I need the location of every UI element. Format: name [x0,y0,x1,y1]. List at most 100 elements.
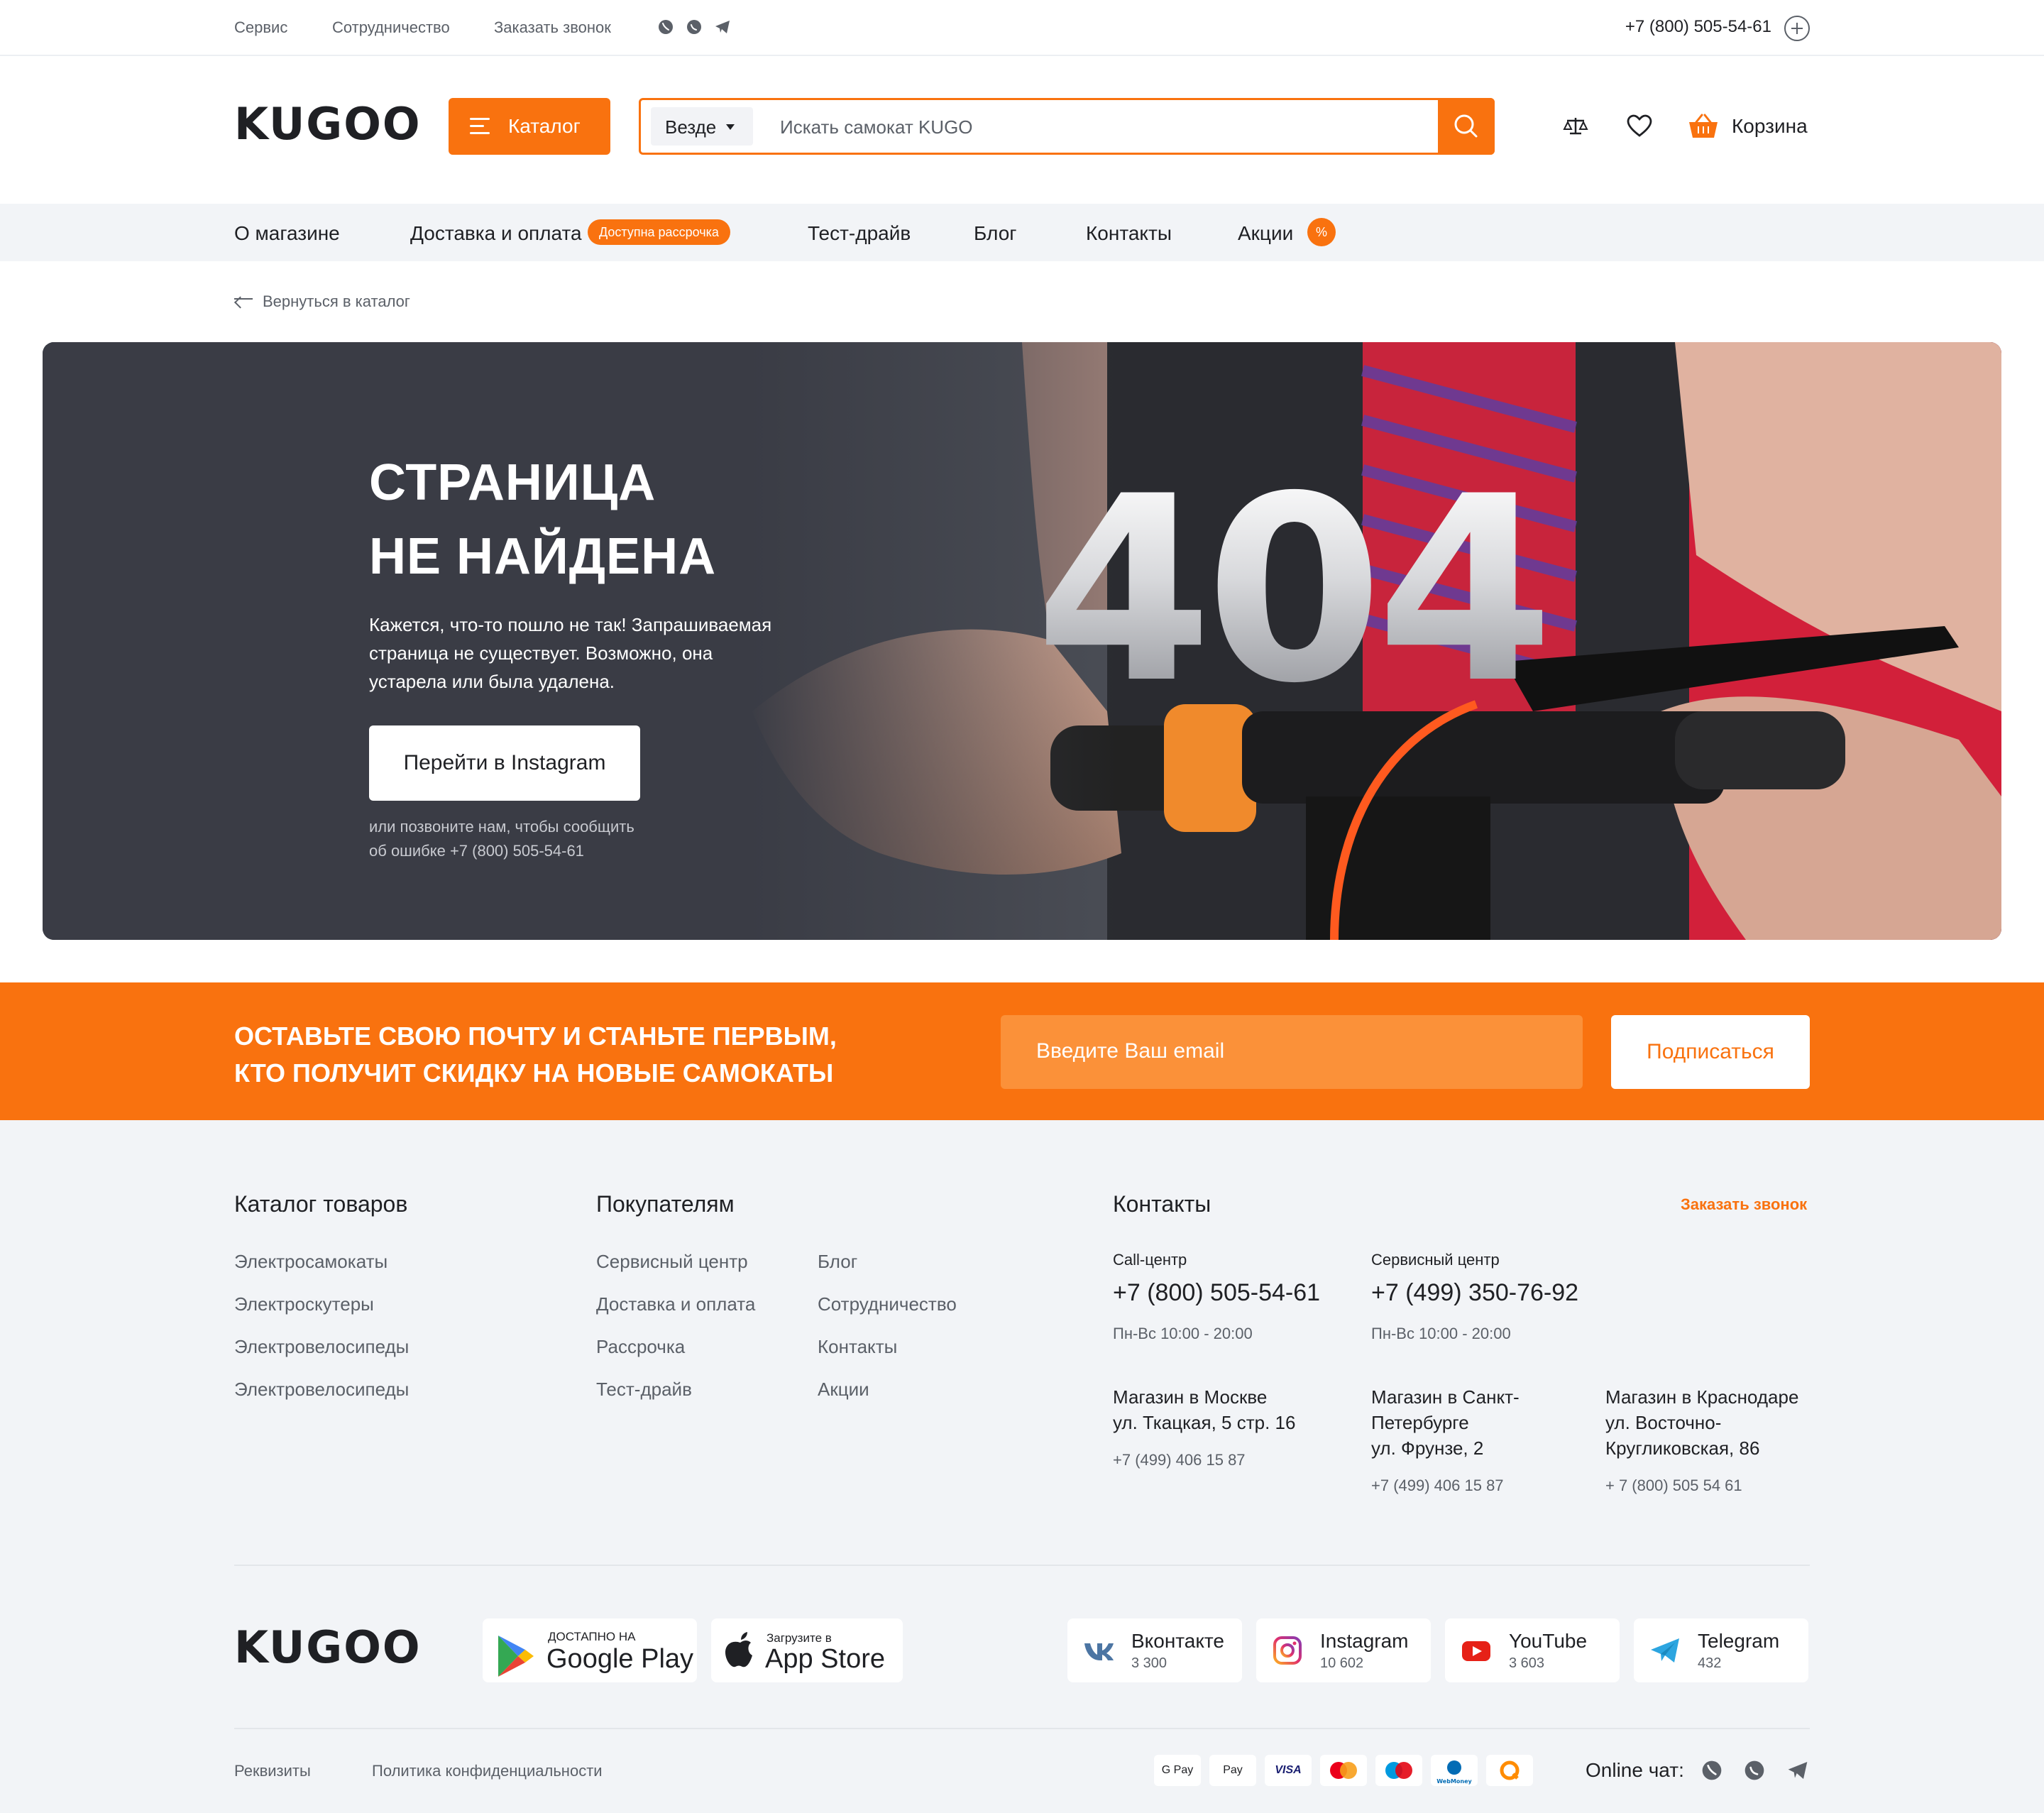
social-count: 432 [1698,1655,1722,1671]
requisites-link[interactable]: Реквизиты [234,1762,311,1780]
privacy-policy-link[interactable]: Политика конфиденциальности [372,1762,603,1780]
footer-link[interactable]: Блог [818,1251,857,1273]
store-line: Магазин в Санкт- [1371,1386,1520,1408]
top-bar: Сервис Сотрудничество Заказать звонок +7… [0,0,2044,56]
subscribe-button[interactable]: Подписаться [1611,1015,1810,1089]
store-moscow: Магазин в Москве ул. Ткацкая, 5 стр. 16 [1113,1384,1295,1435]
heart-icon[interactable] [1625,112,1654,141]
search-scope-select[interactable]: Везде [651,107,753,146]
visa-icon: VISA [1265,1755,1312,1786]
search-button[interactable] [1438,98,1495,155]
service-link[interactable]: Сервис [234,18,287,37]
social-telegram[interactable]: Telegram 432 [1634,1618,1808,1682]
social-youtube[interactable]: YouTube 3 603 [1445,1618,1620,1682]
telegram-icon[interactable] [1786,1759,1810,1782]
subscribe-line-1: ОСТАВЬТЕ СВОЮ ПОЧТУ И СТАНЬТЕ ПЕРВЫМ, [234,1021,837,1051]
online-chat-label: Online чат: [1586,1759,1684,1781]
footer-link[interactable]: Акции [818,1379,869,1401]
footer-divider [234,1565,1810,1566]
footer-contacts-title: Контакты [1113,1191,1211,1217]
footer-logo[interactable]: KUGOO [234,1621,422,1673]
footer-link[interactable]: Тест-драйв [596,1379,692,1401]
store-phone[interactable]: +7 (499) 406 15 87 [1113,1451,1246,1469]
footer-link[interactable]: Электроскутеры [234,1293,374,1315]
search-bar: Везде Искать самокат KUGO [639,98,1495,155]
plus-icon[interactable] [1784,16,1810,41]
store-line: ул. Фрунзе, 2 [1371,1437,1484,1459]
service-center-hours: Пн-Вс 10:00 - 20:00 [1371,1325,1511,1342]
order-call-link[interactable]: Заказать звонок [494,18,611,37]
footer-link[interactable]: Электровелосипеды [234,1379,409,1401]
logo[interactable]: KUGOO [234,98,422,150]
nav-delivery[interactable]: Доставка и оплата [410,222,582,245]
go-to-instagram-button[interactable]: Перейти в Instagram [369,725,640,801]
subscribe-line-2: КТО ПОЛУЧИТ СКИДКУ НА НОВЫЕ САМОКАТЫ [234,1058,834,1088]
call-center-label: Call-центр [1113,1251,1187,1269]
nav-sales[interactable]: Акции [1238,222,1293,245]
title-line-1: СТРАНИЦА [369,454,656,511]
footer-link[interactable]: Электросамокаты [234,1251,388,1273]
whatsapp-icon[interactable] [686,18,703,35]
app-badge-small: Загрузите в [766,1631,832,1645]
footer-link[interactable]: Сотрудничество [818,1293,957,1315]
catalog-button-label: Каталог [508,115,581,137]
footer-buyers-title: Покупателям [596,1191,735,1217]
chevron-down-icon [726,124,735,130]
cart-icon[interactable] [1688,112,1719,141]
apple-icon [725,1632,752,1667]
catalog-button[interactable]: Каталог [449,98,610,155]
store-line: Магазин в Краснодаре [1605,1386,1799,1408]
footer-catalog-title: Каталог товаров [234,1191,408,1217]
service-center-label: Сервисный центр [1371,1251,1500,1269]
google-play-badge[interactable]: ДОСТАПНО НА Google Play [483,1618,697,1682]
nav-blog[interactable]: Блог [974,222,1017,245]
error-code: 404 [1035,442,1554,739]
social-name: Telegram [1698,1630,1780,1652]
telegram-icon [1651,1638,1679,1663]
store-phone[interactable]: + 7 (800) 505 54 61 [1605,1477,1742,1495]
footer-link[interactable]: Сервисный центр [596,1251,748,1273]
telegram-icon[interactable] [714,18,731,35]
google-pay-icon: G Pay [1154,1755,1201,1786]
viber-icon[interactable] [657,18,674,35]
store-line: ул. Восточно- [1605,1412,1722,1433]
call-note: или позвоните нам, чтобы сообщить об оши… [369,815,681,863]
app-badge-small: ДОСТАПНО НА [548,1630,636,1643]
service-center-phone[interactable]: +7 (499) 350-76-92 [1371,1279,1578,1307]
nav-test-drive[interactable]: Тест-драйв [808,222,911,245]
call-center-phone[interactable]: +7 (800) 505-54-61 [1113,1279,1320,1307]
email-field[interactable]: Введите Ваш email [1001,1015,1583,1089]
nav-about[interactable]: О магазине [234,222,340,245]
back-to-catalog-link[interactable]: Вернуться в каталог [234,292,410,311]
webmoney-icon: WebMoney [1431,1755,1478,1786]
mastercard-icon [1320,1755,1367,1786]
title-line-2: НЕ НАЙДЕНА [369,528,717,585]
top-phone[interactable]: +7 (800) 505-54-61 [1625,17,1771,37]
back-link-label: Вернуться в каталог [263,292,410,310]
social-vk[interactable]: Вконтакте 3 300 [1067,1618,1242,1682]
store-line: Кругликовская, 86 [1605,1437,1760,1459]
nav-contacts[interactable]: Контакты [1086,222,1172,245]
page-title: СТРАНИЦА НЕ НАЙДЕНА [369,446,716,593]
whatsapp-icon[interactable] [1743,1759,1766,1782]
cooperation-link[interactable]: Сотрудничество [332,18,450,37]
app-badge-big: App Store [765,1644,885,1674]
store-krasnodar: Магазин в Краснодаре ул. Восточно- Кругл… [1605,1384,1798,1461]
installment-badge: Доступна рассрочка [588,219,730,245]
store-line: Магазин в Москве [1113,1386,1268,1408]
search-icon [1454,114,1478,138]
footer-link[interactable]: Электровелосипеды [234,1336,409,1358]
order-call-link[interactable]: Заказать звонок [1681,1195,1807,1214]
app-store-badge[interactable]: Загрузите в App Store [711,1618,903,1682]
compare-icon[interactable] [1561,112,1590,141]
google-play-icon [498,1636,534,1677]
store-phone[interactable]: +7 (499) 406 15 87 [1371,1477,1504,1495]
footer-link[interactable]: Контакты [818,1336,897,1358]
social-instagram[interactable]: Instagram 10 602 [1256,1618,1431,1682]
cart-label[interactable]: Корзина [1732,115,1808,138]
search-input[interactable]: Искать самокат KUGO [780,116,973,138]
arrow-left-icon [234,298,253,300]
viber-icon[interactable] [1700,1759,1723,1782]
footer-link[interactable]: Рассрочка [596,1336,685,1358]
footer-link[interactable]: Доставка и оплата [596,1293,755,1315]
